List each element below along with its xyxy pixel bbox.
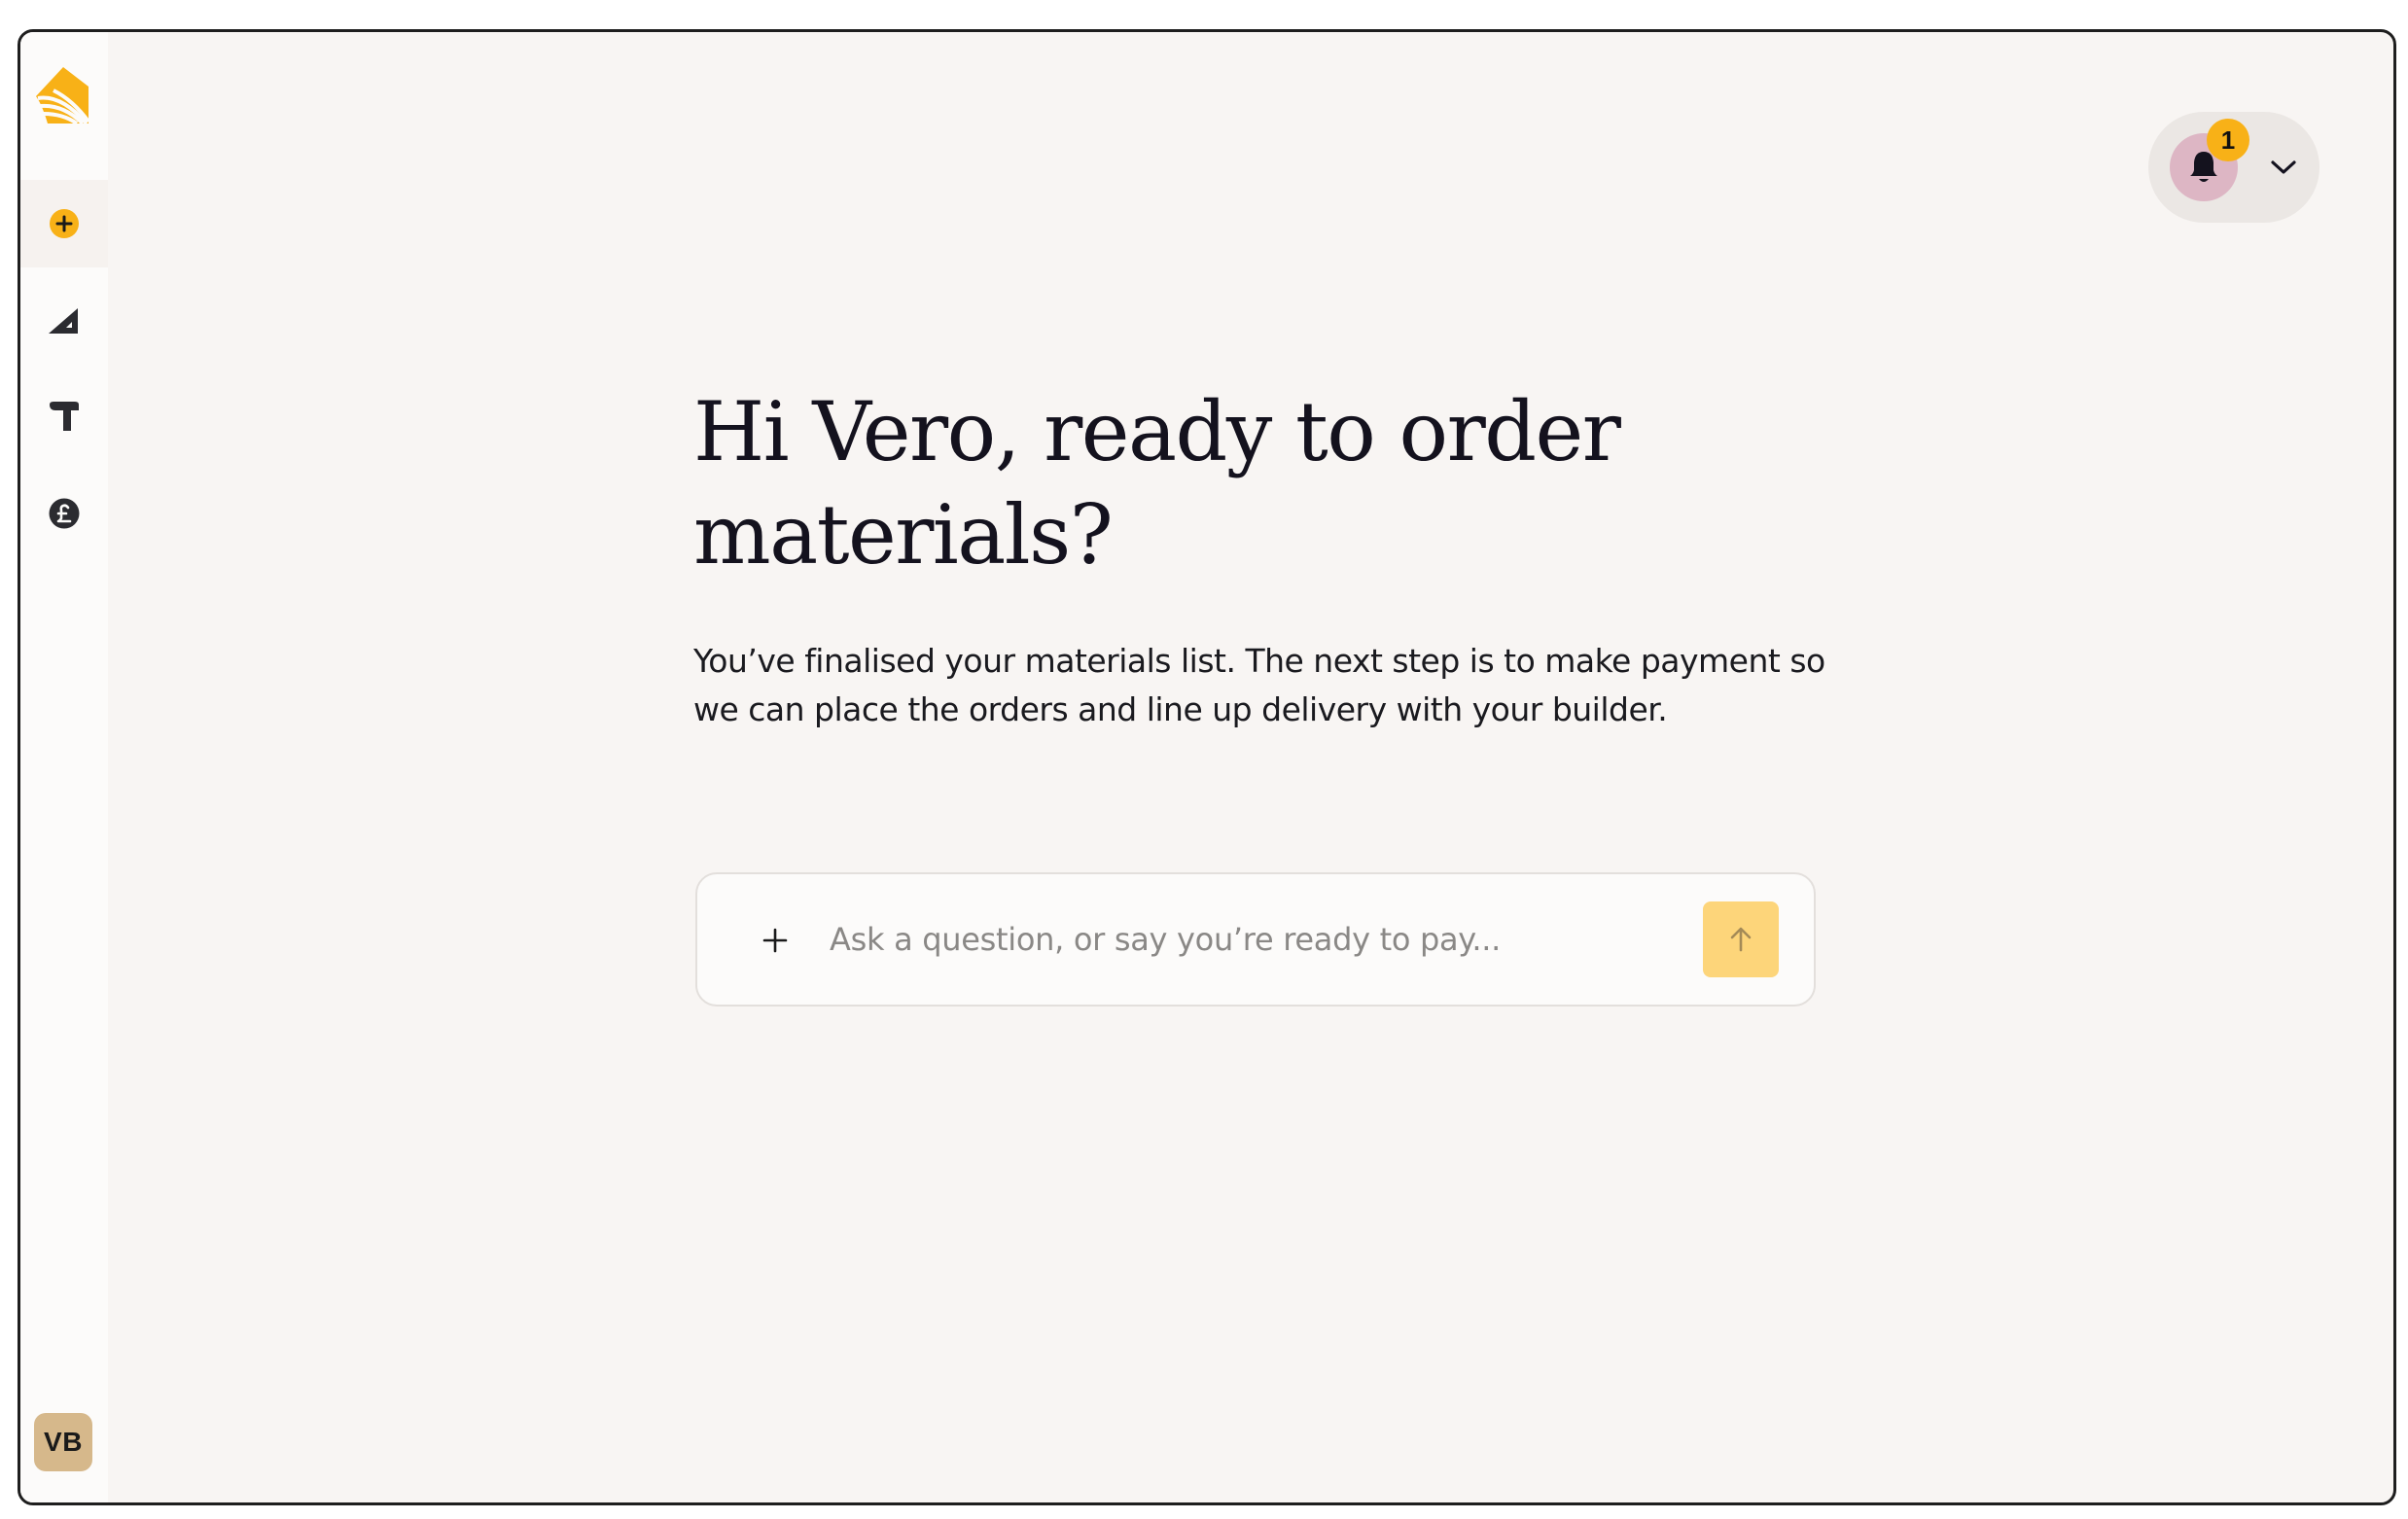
avatar[interactable]: VB (34, 1413, 92, 1471)
account-menu-toggle[interactable] (2265, 149, 2302, 186)
pound-circle-icon (49, 498, 80, 529)
page-title: Hi Vero, ready to order materials? (693, 384, 1621, 583)
hammer-icon (50, 402, 79, 431)
sun-house-logo[interactable] (34, 65, 90, 125)
avatar-initials: VB (44, 1427, 83, 1457)
set-square-icon (49, 308, 78, 334)
sidebar-item-new[interactable] (20, 180, 108, 267)
sidebar-item-build[interactable] (20, 372, 108, 460)
chevron-down-icon (2271, 160, 2296, 174)
notification-menu[interactable]: 1 (2148, 112, 2319, 223)
plus-icon (762, 928, 788, 953)
notification-count-badge: 1 (2207, 119, 2249, 161)
send-button[interactable] (1703, 901, 1779, 977)
chat-composer (695, 872, 1816, 1007)
sidebar: VB (20, 32, 108, 1502)
arrow-up-icon (1730, 927, 1752, 952)
plus-circle-icon (50, 209, 79, 238)
page-description: You’ve finalised your materials list. Th… (693, 642, 1825, 728)
sidebar-item-design[interactable] (20, 277, 108, 365)
sidebar-item-payments[interactable] (20, 470, 108, 557)
app-window: VB 1 Hi Vero, ready to order materials? … (18, 29, 2396, 1505)
chat-input[interactable] (828, 907, 1625, 971)
add-attachment-button[interactable] (746, 911, 804, 970)
